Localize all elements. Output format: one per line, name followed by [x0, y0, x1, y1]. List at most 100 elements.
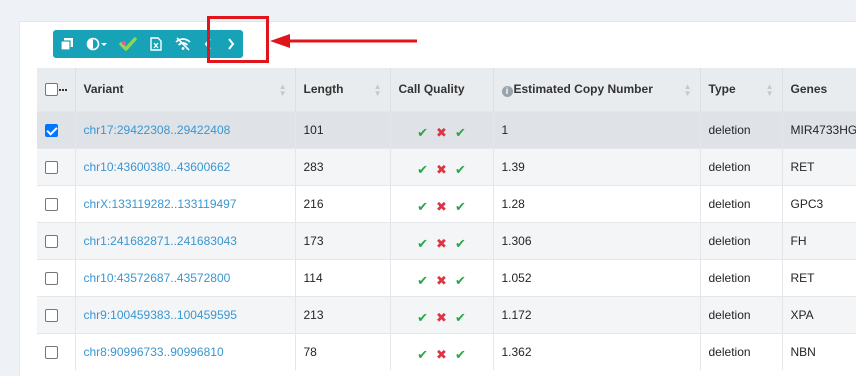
select-all-checkbox[interactable]	[45, 83, 58, 97]
table-row[interactable]: chr10:43600380..43600662 283 ✔ ✖ ✔ 1.39 deleti…	[37, 147, 856, 185]
row-checkbox[interactable]	[45, 197, 58, 211]
check-icon: ✔	[454, 161, 466, 177]
select-all-header[interactable]	[37, 68, 76, 111]
row-select-cell[interactable]	[37, 332, 76, 370]
variant-link[interactable]: chr10:43572687..43572800	[84, 271, 231, 285]
column-header-copy-number[interactable]: i Estimated Copy Number ▲ ▼	[493, 68, 701, 111]
genes-cell: RET	[782, 147, 856, 185]
row-checkbox[interactable]	[45, 234, 58, 248]
sort-icon[interactable]: ▲ ▼	[279, 83, 287, 98]
length-cell: 216	[295, 184, 391, 222]
column-header-variant[interactable]: Variant ▲ ▼	[75, 68, 296, 111]
variant-link[interactable]: chr8:90996733..90996810	[84, 345, 224, 359]
row-checkbox[interactable]	[45, 123, 58, 137]
variant-link[interactable]: chr1:241682871..241683043	[84, 234, 237, 248]
length-cell: 78	[295, 332, 391, 370]
call-quality-cell: ✔ ✖ ✔	[390, 110, 494, 148]
variant-cell[interactable]: chr17:29422308..29422408	[75, 110, 296, 148]
check-icon: ✔	[454, 235, 466, 251]
variant-cell[interactable]: chr10:43572687..43572800	[75, 258, 296, 296]
ellipsis-icon	[59, 88, 67, 91]
variant-cell[interactable]: chr10:43600380..43600662	[75, 147, 296, 185]
copy-button[interactable]	[53, 30, 81, 58]
table-row[interactable]: chr1:241682871..241683043 173 ✔ ✖ ✔ 1.306 dele…	[37, 221, 856, 259]
check-icon: ✔	[454, 272, 466, 288]
check-icon: ✔	[454, 309, 466, 325]
table-row[interactable]: chr9:100459383..100459595 213 ✔ ✖ ✔ 1.172 dele…	[37, 295, 856, 333]
genes-cell: XPA	[782, 295, 856, 333]
table-header-row: Variant ▲ ▼ Length ▲ ▼ Call Quality i Estim…	[37, 68, 856, 111]
column-header-genes[interactable]: Genes	[782, 68, 856, 111]
row-select-cell[interactable]	[37, 258, 76, 296]
check-icon: ✔	[454, 346, 466, 362]
row-checkbox[interactable]	[45, 160, 58, 174]
variant-link[interactable]: chr17:29422308..29422408	[84, 123, 231, 137]
genes-cell: GPC3	[782, 184, 856, 222]
column-header-length[interactable]: Length ▲ ▼	[295, 68, 391, 111]
length-cell: 101	[295, 110, 391, 148]
copy-number-cell: 1.28	[493, 184, 701, 222]
type-cell: deletion	[700, 110, 783, 148]
genes-cell: MIR4733HG,NF1	[782, 110, 856, 148]
variant-cell[interactable]: chrX:133119282..133119497	[75, 184, 296, 222]
table-row[interactable]: chr10:43572687..43572800 114 ✔ ✖ ✔ 1.052 delet…	[37, 258, 856, 296]
cross-icon: ✖	[436, 198, 447, 214]
row-select-cell[interactable]	[37, 221, 76, 259]
annotation-highlight-box	[207, 16, 269, 63]
sort-icon[interactable]: ▲ ▼	[766, 83, 774, 98]
type-cell: deletion	[700, 184, 783, 222]
length-cell: 114	[295, 258, 391, 296]
check-icon: ✔	[417, 198, 429, 214]
call-quality-cell: ✔ ✖ ✔	[390, 295, 494, 333]
info-icon[interactable]: i	[501, 85, 513, 97]
row-checkbox[interactable]	[45, 271, 58, 285]
table-row[interactable]: chr8:90996733..90996810 78 ✔ ✖ ✔ 1.362 deletio…	[37, 332, 856, 370]
variants-table: Variant ▲ ▼ Length ▲ ▼ Call Quality i Estim…	[37, 68, 856, 370]
copy-number-cell: 1.306	[493, 221, 701, 259]
call-quality-cell: ✔ ✖ ✔	[390, 258, 494, 296]
validate-button[interactable]	[113, 30, 143, 58]
row-select-cell[interactable]	[37, 184, 76, 222]
check-icon: ✔	[417, 161, 429, 177]
column-toggle-icon	[86, 37, 107, 51]
column-header-type[interactable]: Type ▲ ▼	[700, 68, 783, 111]
sort-icon[interactable]: ▲ ▼	[684, 83, 692, 98]
excel-export-icon	[150, 37, 162, 51]
type-cell: deletion	[700, 221, 783, 259]
check-icon: ✔	[417, 346, 429, 362]
cross-icon: ✖	[436, 161, 447, 177]
cross-icon: ✖	[436, 124, 447, 140]
row-checkbox[interactable]	[45, 308, 58, 322]
copy-number-cell: 1	[493, 110, 701, 148]
table-row[interactable]: chrX:133119282..133119497 216 ✔ ✖ ✔ 1.28 delet…	[37, 184, 856, 222]
row-select-cell[interactable]	[37, 147, 76, 185]
variant-link[interactable]: chrX:133119282..133119497	[84, 197, 237, 211]
copy-number-cell: 1.39	[493, 147, 701, 185]
call-quality-cell: ✔ ✖ ✔	[390, 147, 494, 185]
table-row[interactable]: chr17:29422308..29422408 101 ✔ ✖ ✔ 1 deletion M…	[37, 110, 856, 148]
type-cell: deletion	[700, 147, 783, 185]
call-quality-cell: ✔ ✖ ✔	[390, 332, 494, 370]
check-icon: ✔	[417, 272, 429, 288]
copy-icon	[60, 38, 73, 51]
cross-icon: ✖	[436, 235, 447, 251]
type-cell: deletion	[700, 258, 783, 296]
wifi-off-icon	[175, 37, 191, 51]
copy-number-cell: 1.362	[493, 332, 701, 370]
check-icon: ✔	[417, 124, 429, 140]
length-cell: 213	[295, 295, 391, 333]
column-header-call-quality[interactable]: Call Quality	[390, 68, 494, 111]
variant-cell[interactable]: chr9:100459383..100459595	[75, 295, 296, 333]
variant-cell[interactable]: chr1:241682871..241683043	[75, 221, 296, 259]
variant-cell[interactable]: chr8:90996733..90996810	[75, 332, 296, 370]
variant-link[interactable]: chr9:100459383..100459595	[84, 308, 237, 322]
column-toggle-button[interactable]	[81, 30, 113, 58]
cross-icon: ✖	[436, 346, 447, 362]
wifi-off-button[interactable]	[169, 30, 197, 58]
variant-link[interactable]: chr10:43600380..43600662	[84, 160, 231, 174]
row-select-cell[interactable]	[37, 110, 76, 148]
row-select-cell[interactable]	[37, 295, 76, 333]
excel-export-button[interactable]	[143, 30, 169, 58]
row-checkbox[interactable]	[45, 345, 58, 359]
sort-icon[interactable]: ▲ ▼	[374, 83, 382, 98]
